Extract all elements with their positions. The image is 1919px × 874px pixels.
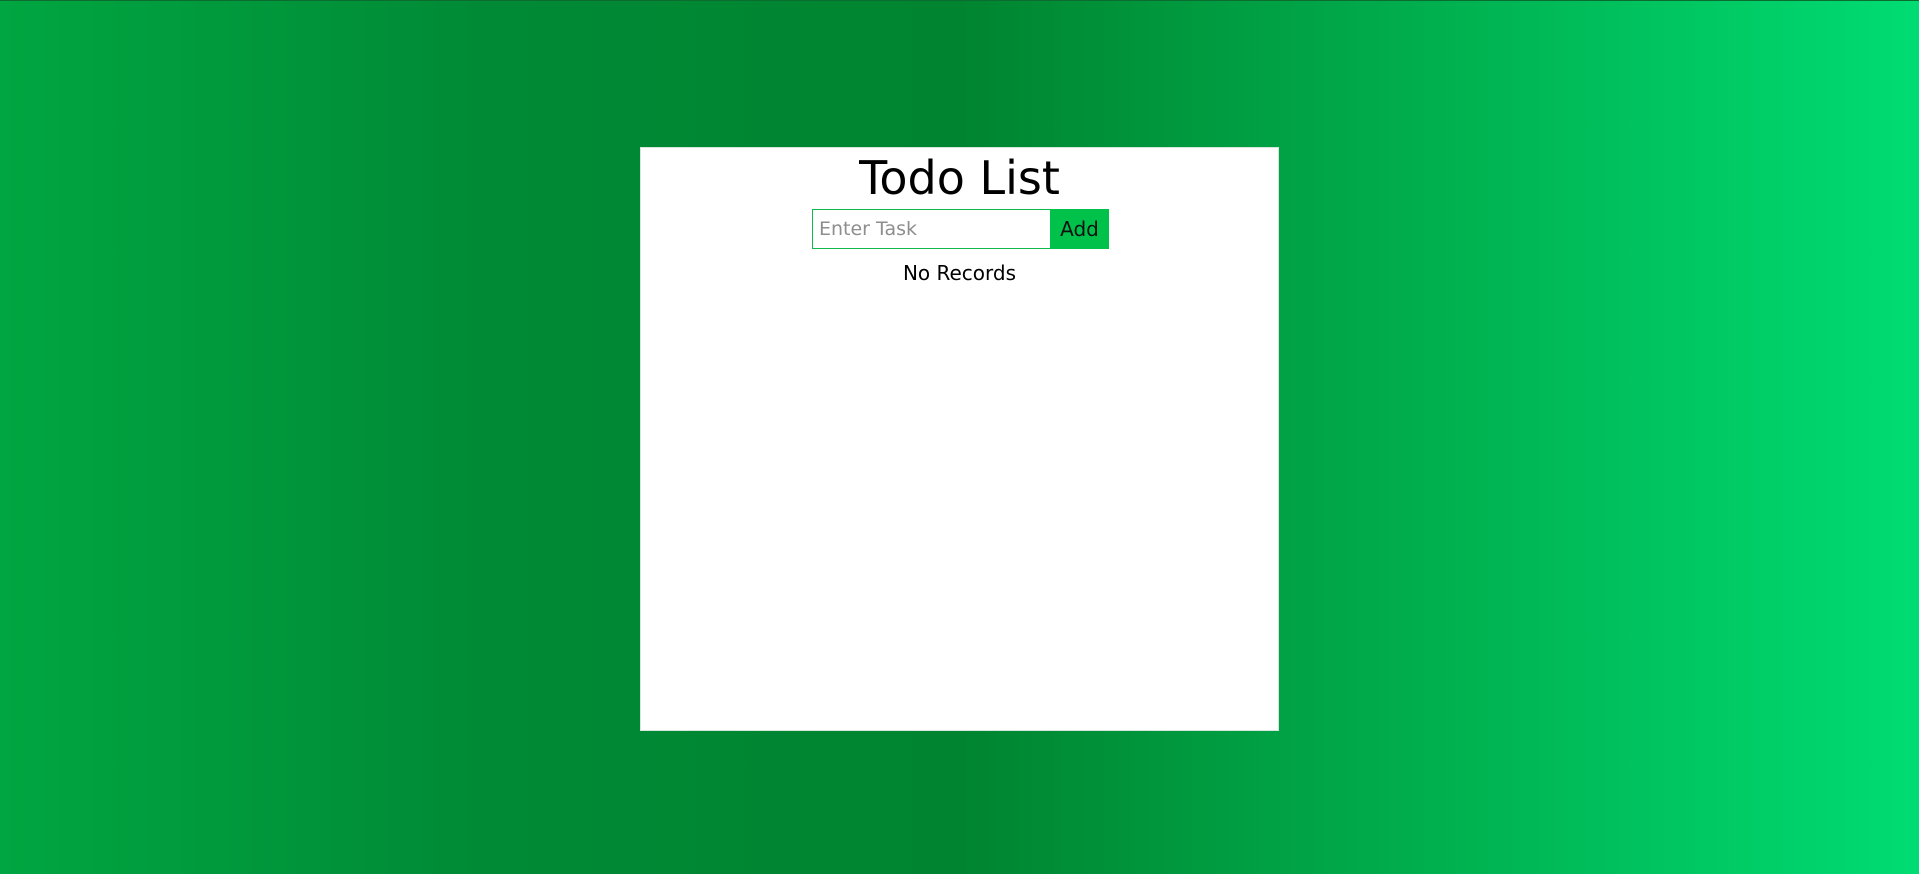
add-button[interactable]: Add: [1050, 209, 1109, 249]
task-input[interactable]: [812, 209, 1050, 249]
task-form: Add: [812, 209, 1109, 249]
top-border: [0, 0, 1919, 1]
empty-state-message: No Records: [902, 261, 1017, 285]
page-title: Todo List: [859, 151, 1060, 205]
todo-card: Todo List Add No Records: [640, 147, 1279, 731]
